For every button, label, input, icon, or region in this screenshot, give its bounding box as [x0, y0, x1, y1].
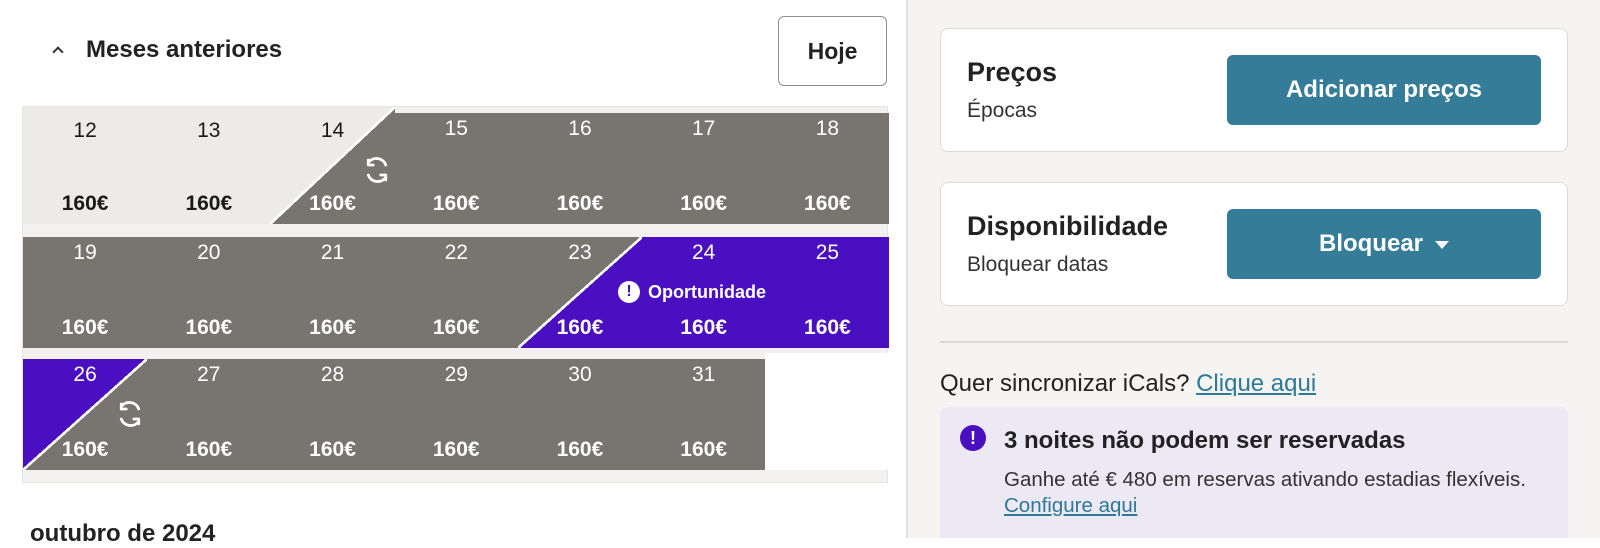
prices-title: Preços [967, 57, 1058, 87]
day-number: 29 [444, 363, 468, 386]
calendar-day-cell[interactable]: 14 160€ [270, 107, 395, 224]
day-number: 27 [197, 363, 221, 386]
calendar-day-cell[interactable]: 25 160€ [765, 237, 890, 348]
day-number: 15 [444, 117, 468, 140]
day-number: 28 [320, 363, 345, 386]
calendar-day-cell[interactable]: 26 160€ [23, 359, 148, 470]
calendar-day-cell[interactable]: 12 160€ [23, 107, 148, 224]
calendar-day-cell[interactable]: 30 160€ [517, 359, 643, 470]
prices-card: Preços Épocas Adicionar preços [940, 28, 1568, 152]
alert-title: 3 noites não podem ser reservadas [1004, 427, 1406, 454]
calendar-day-cell[interactable]: 17 160€ [641, 113, 766, 224]
day-number: 19 [73, 241, 97, 264]
divider [940, 341, 1568, 343]
block-button[interactable]: Bloquear [1227, 209, 1541, 279]
day-price: 160€ [185, 192, 233, 215]
calendar-day-cell[interactable]: 19 160€ [23, 237, 148, 348]
availability-subtitle: Bloquear datas [967, 253, 1109, 276]
day-number: 25 [815, 241, 840, 264]
day-price: 160€ [432, 192, 480, 215]
calendar-day-cell[interactable]: 16 160€ [517, 113, 643, 224]
day-price: 160€ [309, 192, 356, 215]
day-price: 160€ [556, 316, 604, 339]
day-number: 16 [568, 117, 592, 140]
day-price: 160€ [804, 316, 851, 339]
caret-down-icon [1435, 241, 1449, 249]
calendar-day-cell[interactable]: 18 160€ [765, 113, 890, 224]
calendar-day-cell[interactable]: 22 160€ [394, 237, 519, 348]
day-number: 31 [691, 363, 716, 386]
day-number: 12 [73, 119, 97, 142]
day-number: 21 [320, 241, 345, 264]
calendar-day-cell[interactable]: 20 160€ [146, 237, 271, 348]
ical-question: Quer sincronizar iCals? [940, 370, 1190, 397]
prices-subtitle: Épocas [967, 99, 1038, 122]
ical-sync-prompt: Quer sincronizar iCals? Clique aqui [940, 370, 1316, 398]
day-number: 24 [691, 241, 716, 264]
alert-text: Ganhe até € 480 em reservas ativando est… [1004, 468, 1526, 491]
availability-card: Disponibilidade Bloquear datas Bloquear [940, 182, 1568, 306]
calendar-empty-cell [765, 353, 889, 470]
add-prices-button[interactable]: Adicionar preços [1227, 55, 1541, 125]
day-price: 160€ [680, 438, 728, 461]
previous-months-toggle[interactable]: Meses anteriores [44, 30, 282, 70]
day-number: 30 [568, 363, 592, 386]
calendar-day-cell[interactable]: 29 160€ [394, 359, 519, 470]
day-price: 160€ [556, 438, 604, 461]
day-price: 160€ [680, 192, 728, 215]
calendar-day-cell[interactable]: 15 160€ [394, 113, 519, 224]
day-number: 23 [568, 241, 592, 264]
day-price: 160€ [432, 438, 480, 461]
sync-icon [362, 155, 392, 185]
day-price: 160€ [185, 316, 233, 339]
alert-body: Ganhe até € 480 em reservas ativando est… [1004, 467, 1564, 519]
day-price: 160€ [309, 316, 356, 339]
calendar-day-cell[interactable]: 21 160€ [270, 237, 395, 348]
add-prices-label: Adicionar preços [1285, 76, 1483, 103]
day-number: 26 [73, 363, 97, 386]
calendar-day-cell[interactable]: 28 160€ [270, 359, 395, 470]
chevron-up-icon [52, 46, 64, 58]
day-number: 18 [815, 117, 840, 140]
calendar-day-cell[interactable]: 13 160€ [146, 107, 271, 224]
opportunity-badge: ! Oportunidade [618, 281, 766, 303]
day-number: 17 [691, 117, 716, 140]
next-month-heading: outubro de 2024 [30, 520, 216, 547]
ical-link[interactable]: Clique aqui [1196, 370, 1316, 397]
previous-months-label: Meses anteriores [86, 36, 283, 63]
calendar-day-cell[interactable]: 31 160€ [641, 359, 766, 470]
day-price: 160€ [432, 316, 480, 339]
day-price: 160€ [804, 192, 851, 215]
day-price: 160€ [61, 192, 109, 215]
day-price: 160€ [309, 438, 356, 461]
opportunity-label: Oportunidade [648, 281, 766, 302]
day-price: 160€ [61, 316, 109, 339]
day-number: 20 [197, 241, 221, 264]
side-panel: Preços Épocas Adicionar preços Disponibi… [906, 0, 1600, 538]
exclamation-circle-icon: ! [960, 425, 986, 451]
exclamation-circle-icon: ! [618, 281, 640, 303]
day-price: 160€ [680, 316, 728, 339]
unbookable-nights-alert: ! 3 noites não podem ser reservadas Ganh… [940, 407, 1568, 538]
configure-link[interactable]: Configure aqui [1004, 494, 1137, 517]
day-number: 14 [320, 119, 345, 142]
day-number: 22 [444, 241, 468, 264]
sync-icon [115, 399, 145, 429]
availability-title: Disponibilidade [967, 211, 1169, 241]
day-price: 160€ [185, 438, 233, 461]
day-price: 160€ [556, 192, 604, 215]
day-price: 160€ [61, 438, 109, 461]
calendar-day-cell[interactable]: 27 160€ [146, 359, 271, 470]
calendar-panel: Meses anteriores Hoje 12 160€ 13 160€ 14 160€… [0, 0, 906, 547]
today-button[interactable]: Hoje [778, 16, 887, 86]
day-number: 13 [197, 119, 221, 142]
block-label: Bloquear [1318, 230, 1423, 257]
